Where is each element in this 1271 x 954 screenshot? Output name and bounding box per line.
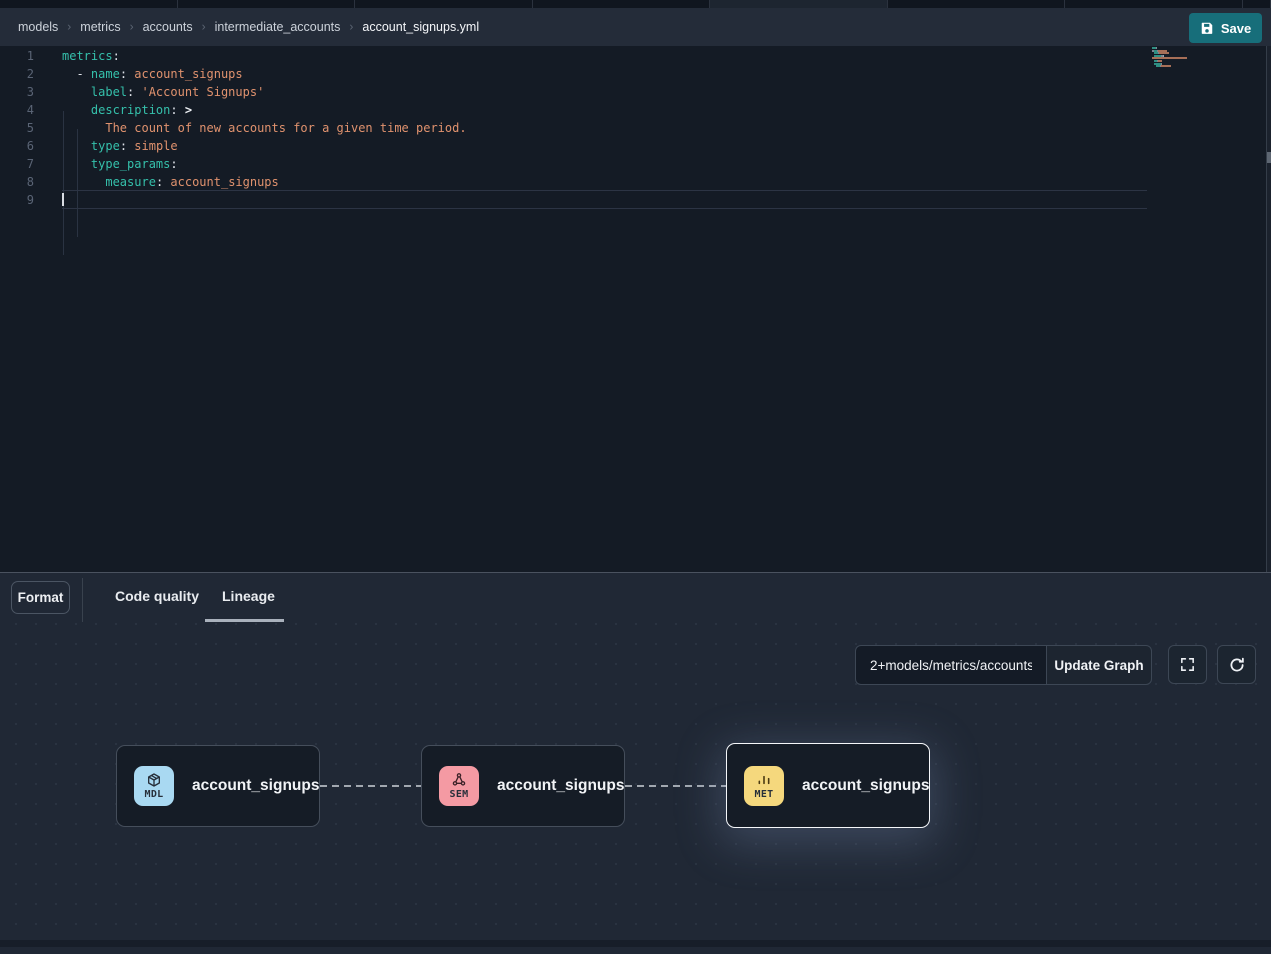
code-text: type: simple xyxy=(62,137,178,155)
breadcrumb-item[interactable]: accounts xyxy=(143,20,193,34)
top-tab-segment[interactable] xyxy=(1243,0,1271,8)
node-badge-label: MET xyxy=(755,789,774,800)
lineage-canvas[interactable]: Update Graph MDL account_signups SEM accoun… xyxy=(0,622,1271,947)
breadcrumb-chevron-icon: › xyxy=(67,20,71,34)
line-number: 3 xyxy=(0,83,34,101)
tab-separator xyxy=(82,578,83,622)
top-tab-segment[interactable] xyxy=(888,0,1066,8)
code-editor[interactable]: 1metrics:2 - name: account_signups3 labe… xyxy=(0,46,1271,572)
update-graph-button[interactable]: Update Graph xyxy=(1046,645,1152,685)
indent-guide xyxy=(63,111,64,255)
canvas-bottom-strip xyxy=(0,940,1271,947)
breadcrumb-item[interactable]: models xyxy=(18,20,58,34)
refresh-button[interactable] xyxy=(1217,645,1256,684)
metric-chart-icon xyxy=(756,772,772,788)
editor-scrollbar-thumb[interactable] xyxy=(1267,152,1271,163)
node-badge: SEM xyxy=(439,766,479,806)
breadcrumb: models › metrics › accounts › intermediate_acc… xyxy=(18,20,479,34)
editor-scrollbar-track[interactable] xyxy=(1267,46,1271,572)
current-line-border xyxy=(62,190,1147,191)
node-badge: MDL xyxy=(134,766,174,806)
semantic-graph-icon xyxy=(451,772,467,788)
text-cursor xyxy=(62,193,64,206)
minimap[interactable] xyxy=(1152,46,1214,70)
top-tab-segment[interactable] xyxy=(1065,0,1243,8)
tab-code-quality[interactable]: Code quality xyxy=(115,588,199,604)
breadcrumb-chevron-icon: › xyxy=(202,20,206,34)
line-number: 1 xyxy=(0,47,34,65)
code-text: measure: account_signups xyxy=(62,173,279,191)
bottom-panel: Format Code quality Lineage Update Graph… xyxy=(0,573,1271,954)
code-line[interactable]: 7 type_params: xyxy=(0,155,1265,173)
breadcrumb-item[interactable]: account_signups.yml xyxy=(362,20,479,34)
fullscreen-icon xyxy=(1179,656,1196,673)
current-line-border xyxy=(62,208,1147,209)
lineage-node-met[interactable]: MET account_signups xyxy=(726,743,930,828)
top-tab-segment[interactable] xyxy=(355,0,533,8)
line-number: 4 xyxy=(0,101,34,119)
code-text: label: 'Account Signups' xyxy=(62,83,264,101)
code-line[interactable]: 6 type: simple xyxy=(0,137,1265,155)
lineage-node-sem[interactable]: SEM account_signups xyxy=(421,745,625,827)
lineage-node-mdl[interactable]: MDL account_signups xyxy=(116,745,320,827)
code-line[interactable]: 8 measure: account_signups xyxy=(0,173,1265,191)
line-number: 7 xyxy=(0,155,34,173)
code-text: metrics: xyxy=(62,47,120,65)
line-number: 9 xyxy=(0,191,34,209)
code-text: - name: account_signups xyxy=(62,65,243,83)
code-text: The count of new accounts for a given ti… xyxy=(62,119,467,137)
tab-lineage[interactable]: Lineage xyxy=(222,588,275,604)
top-tab-strip xyxy=(0,0,1271,8)
line-number: 2 xyxy=(0,65,34,83)
save-icon xyxy=(1200,21,1214,35)
line-number: 6 xyxy=(0,137,34,155)
line-number: 8 xyxy=(0,173,34,191)
top-tab-segment[interactable] xyxy=(0,0,178,8)
code-line[interactable]: 2 - name: account_signups xyxy=(0,65,1265,83)
format-button[interactable]: Format xyxy=(11,581,70,614)
code-lines: 1metrics:2 - name: account_signups3 labe… xyxy=(0,47,1265,209)
code-line[interactable]: 4 description: > xyxy=(0,101,1265,119)
code-text: description: > xyxy=(62,101,192,119)
top-tab-segment[interactable] xyxy=(533,0,711,8)
file-header-bar: models › metrics › accounts › intermediate_acc… xyxy=(0,8,1271,46)
breadcrumb-item[interactable]: intermediate_accounts xyxy=(215,20,341,34)
lineage-selector-input[interactable] xyxy=(855,645,1047,685)
refresh-icon xyxy=(1228,656,1246,674)
breadcrumb-chevron-icon: › xyxy=(130,20,134,34)
node-label: account_signups xyxy=(192,777,319,795)
save-button[interactable]: Save xyxy=(1189,13,1262,43)
breadcrumb-item[interactable]: metrics xyxy=(80,20,120,34)
top-tab-segment[interactable] xyxy=(178,0,356,8)
save-label: Save xyxy=(1221,21,1251,36)
code-line[interactable]: 1 metrics: xyxy=(0,47,1265,65)
node-badge: MET xyxy=(744,766,784,806)
code-line[interactable]: 3 label: 'Account Signups' xyxy=(0,83,1265,101)
node-label: account_signups xyxy=(802,777,929,795)
model-cube-icon xyxy=(146,772,162,788)
code-line[interactable]: 5 The count of new accounts for a given … xyxy=(0,119,1265,137)
node-badge-label: SEM xyxy=(450,789,469,800)
code-text: type_params: xyxy=(62,155,178,173)
code-line[interactable]: 9 xyxy=(0,191,1265,209)
node-badge-label: MDL xyxy=(145,789,164,800)
fullscreen-button[interactable] xyxy=(1168,645,1207,684)
line-number: 5 xyxy=(0,119,34,137)
indent-guide xyxy=(77,129,78,237)
breadcrumb-chevron-icon: › xyxy=(349,20,353,34)
top-tab-segment[interactable] xyxy=(710,0,888,8)
node-label: account_signups xyxy=(497,777,624,795)
